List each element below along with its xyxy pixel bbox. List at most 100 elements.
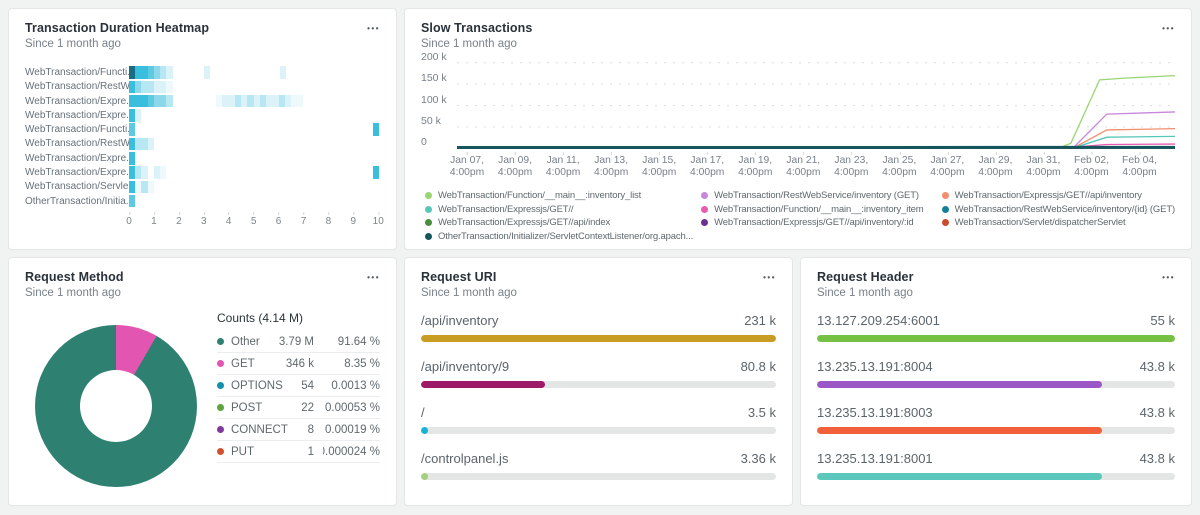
line-series bbox=[457, 76, 1175, 148]
ellipsis-menu-icon[interactable] bbox=[367, 270, 380, 285]
line-chart-legend: WebTransaction/Function/__main__:invento… bbox=[425, 189, 1175, 243]
bar-track bbox=[421, 381, 776, 388]
dashboard-row-top: Transaction Duration Heatmap Since 1 mon… bbox=[0, 0, 1200, 250]
legend-item[interactable]: WebTransaction/Expressjs/GET//api/invent… bbox=[701, 216, 933, 230]
heatmap-x-tick: 1 bbox=[151, 216, 157, 227]
legend-item[interactable]: WebTransaction/Expressjs/GET//api/index bbox=[425, 216, 693, 230]
tick-time: 4:00pm bbox=[786, 167, 820, 179]
legend-item[interactable]: WebTransaction/Servlet/dispatcherServlet bbox=[942, 216, 1175, 230]
ellipsis-menu-icon[interactable] bbox=[1162, 270, 1175, 285]
tick-time: 4:00pm bbox=[450, 167, 484, 179]
ellipsis-menu-icon[interactable] bbox=[763, 270, 776, 285]
bar-value: 43.8 k bbox=[1140, 405, 1175, 420]
legend-item[interactable]: OtherTransaction/Initializer/ServletCont… bbox=[425, 230, 693, 244]
facet-label: PUT bbox=[231, 446, 254, 458]
panel-header: Slow Transactions Since 1 month ago bbox=[421, 21, 1175, 50]
heatmap-row-track bbox=[129, 95, 380, 108]
heatmap-row-track bbox=[129, 81, 380, 94]
tick-date: Jan 17, bbox=[690, 155, 724, 167]
bar-row[interactable]: 13.127.209.254:600155 k bbox=[817, 313, 1175, 342]
bar-row-text: /3.5 k bbox=[421, 405, 776, 420]
ellipsis-menu-icon[interactable] bbox=[1162, 21, 1175, 36]
facet-table-row[interactable]: CONNECT80.00019 % bbox=[217, 419, 380, 441]
panel-header-text: Slow Transactions Since 1 month ago bbox=[421, 21, 532, 50]
x-axis-tick-label: Jan 31,4:00pm bbox=[1026, 155, 1060, 179]
bar-fill bbox=[421, 335, 776, 342]
bar-row[interactable]: /3.5 k bbox=[421, 405, 776, 434]
facet-label: OPTIONS bbox=[231, 380, 283, 392]
legend-item[interactable]: WebTransaction/Function/__main__:invento… bbox=[425, 189, 693, 203]
facet-table-row[interactable]: Other3.79 M91.64 % bbox=[217, 331, 380, 353]
x-axis-tick-label: Jan 13,4:00pm bbox=[594, 155, 628, 179]
legend-item[interactable]: WebTransaction/Function/__main__:invento… bbox=[701, 203, 933, 217]
legend-label: WebTransaction/RestWebService/inventory … bbox=[714, 189, 919, 203]
panel-header-text: Request Method Since 1 month ago bbox=[25, 270, 124, 299]
panel-title: Transaction Duration Heatmap bbox=[25, 21, 209, 35]
tick-time: 4:00pm bbox=[882, 167, 916, 179]
tick-date: Jan 23, bbox=[834, 155, 868, 167]
legend-item[interactable]: WebTransaction/Expressjs/GET// bbox=[425, 203, 693, 217]
facet-table-row[interactable]: PUT10.000024 % bbox=[217, 441, 380, 463]
bar-row[interactable]: /controlpanel.js3.36 k bbox=[421, 451, 776, 480]
heatmap-x-tick: 7 bbox=[301, 216, 307, 227]
bar-row[interactable]: /api/inventory/980.8 k bbox=[421, 359, 776, 388]
heatmap-x-tick: 3 bbox=[201, 216, 207, 227]
bar-list: 13.127.209.254:600155 k 13.235.13.191:800… bbox=[817, 313, 1175, 480]
tick-date: Feb 04, bbox=[1122, 155, 1157, 167]
facet-label: POST bbox=[231, 402, 262, 414]
legend-color-dot bbox=[701, 206, 708, 213]
heatmap-row: WebTransaction/Functi... bbox=[25, 123, 380, 136]
bar-row[interactable]: 13.235.13.191:800443.8 k bbox=[817, 359, 1175, 388]
panel-subtitle: Since 1 month ago bbox=[25, 287, 124, 299]
x-axis-tick-label: Jan 11,4:00pm bbox=[546, 155, 580, 179]
panel-header: Request Header Since 1 month ago bbox=[817, 270, 1175, 299]
panel-request-header: Request Header Since 1 month ago 13.127.… bbox=[800, 257, 1192, 506]
heatmap-row-label: OtherTransaction/Initia... bbox=[25, 196, 129, 207]
panel-header-text: Transaction Duration Heatmap Since 1 mon… bbox=[25, 21, 209, 50]
bar-track bbox=[421, 427, 776, 434]
legend-item[interactable]: WebTransaction/RestWebService/inventory/… bbox=[942, 203, 1175, 217]
legend-item[interactable]: WebTransaction/RestWebService/inventory … bbox=[701, 189, 933, 203]
y-axis-tick-label: 150 k bbox=[421, 72, 447, 84]
bar-label: / bbox=[421, 405, 425, 420]
facet-table-row[interactable]: POST220.00053 % bbox=[217, 397, 380, 419]
bar-row-text: 13.235.13.191:800443.8 k bbox=[817, 359, 1175, 374]
y-axis-tick-label: 100 k bbox=[421, 94, 447, 106]
legend-label: WebTransaction/Function/__main__:invento… bbox=[714, 203, 923, 217]
line-chart-svg bbox=[457, 60, 1175, 152]
pie-chart-body: Counts (4.14 M) Other3.79 M91.64 %GET346… bbox=[25, 303, 380, 487]
panel-header-text: Request Header Since 1 month ago bbox=[817, 270, 914, 299]
heatmap-row-track bbox=[129, 152, 380, 165]
facet-table-row[interactable]: GET346 k8.35 % bbox=[217, 353, 380, 375]
legend-color-dot bbox=[425, 192, 432, 199]
x-axis-tick-label: Jan 25,4:00pm bbox=[882, 155, 916, 179]
tick-date: Feb 02, bbox=[1074, 155, 1109, 167]
heatmap-cell bbox=[166, 66, 172, 79]
legend-color-dot bbox=[425, 219, 432, 226]
bar-row[interactable]: 13.235.13.191:800143.8 k bbox=[817, 451, 1175, 480]
heatmap-cell bbox=[141, 166, 147, 179]
ellipsis-menu-icon[interactable] bbox=[367, 21, 380, 36]
y-axis-tick-label: 50 k bbox=[421, 115, 441, 127]
heatmap-x-tick: 4 bbox=[226, 216, 232, 227]
heatmap-cell bbox=[166, 81, 172, 94]
x-axis-tick-label: Jan 23,4:00pm bbox=[834, 155, 868, 179]
legend-color-dot bbox=[942, 219, 949, 226]
legend-label: WebTransaction/Expressjs/GET//api/invent… bbox=[714, 216, 913, 230]
panel-header: Request URI Since 1 month ago bbox=[421, 270, 776, 299]
panel-request-method: Request Method Since 1 month ago Counts … bbox=[8, 257, 397, 506]
facet-percent: 8.35 % bbox=[323, 357, 380, 371]
heatmap-cell bbox=[373, 123, 379, 136]
legend-item[interactable]: WebTransaction/Expressjs/GET//api/invent… bbox=[942, 189, 1175, 203]
heatmap-x-tick: 8 bbox=[326, 216, 332, 227]
facet-table-row[interactable]: OPTIONS540.0013 % bbox=[217, 375, 380, 397]
tick-date: Jan 11, bbox=[546, 155, 580, 167]
bar-label: /api/inventory bbox=[421, 313, 498, 328]
bar-row-text: /api/inventory231 k bbox=[421, 313, 776, 328]
bar-row-text: /api/inventory/980.8 k bbox=[421, 359, 776, 374]
bar-row[interactable]: /api/inventory231 k bbox=[421, 313, 776, 342]
bar-track bbox=[421, 335, 776, 342]
bar-fill bbox=[817, 335, 1175, 342]
tick-time: 4:00pm bbox=[642, 167, 676, 179]
bar-row[interactable]: 13.235.13.191:800343.8 k bbox=[817, 405, 1175, 434]
